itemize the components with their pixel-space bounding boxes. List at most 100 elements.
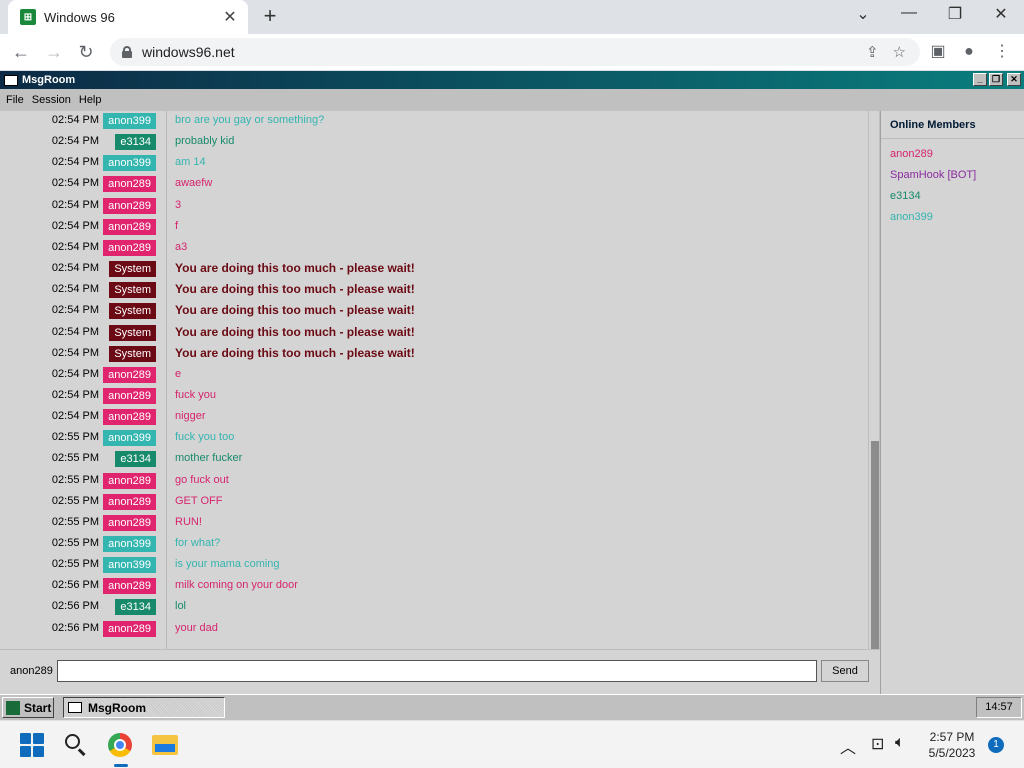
browser-toolbar: ← → ↻ windows96.net ⇪ ☆ ▣ ● ⋮ bbox=[0, 34, 1024, 71]
volume-icon[interactable]: 🔈︎ bbox=[895, 734, 905, 752]
message-text: probably kid bbox=[175, 135, 235, 148]
message-input[interactable] bbox=[57, 660, 817, 682]
restore-window-icon[interactable]: ❐ bbox=[943, 4, 967, 24]
minimize-button[interactable]: _ bbox=[973, 73, 987, 86]
message-username[interactable]: anon289 bbox=[103, 472, 156, 489]
message-username[interactable]: anon289 bbox=[103, 218, 156, 235]
taskbar-task-msgroom[interactable]: MsgRoom bbox=[63, 697, 225, 718]
message-time: 02:54 PM bbox=[51, 114, 99, 126]
message-row: 02:54 PM anon289 awaefw bbox=[0, 174, 868, 194]
share-icon[interactable]: ⇪ bbox=[866, 43, 879, 61]
notification-badge[interactable]: 1 bbox=[988, 737, 1004, 753]
tab-search-chevron-icon[interactable]: ⌄ bbox=[851, 4, 875, 24]
reload-icon[interactable]: ↻ bbox=[74, 40, 98, 64]
message-row: 02:54 PM anon289 a3 bbox=[0, 238, 868, 258]
message-username[interactable]: anon289 bbox=[103, 514, 156, 531]
message-username[interactable]: e3134 bbox=[115, 134, 156, 151]
win96-logo-icon bbox=[6, 700, 20, 715]
close-button[interactable]: ✕ bbox=[1007, 73, 1021, 86]
message-text: You are doing this too much - please wai… bbox=[175, 282, 415, 297]
message-text: 3 bbox=[175, 198, 182, 211]
nickname-label[interactable]: anon289 bbox=[10, 665, 53, 677]
task-label: MsgRoom bbox=[88, 700, 146, 715]
maximize-button[interactable]: ❐ bbox=[989, 73, 1003, 86]
system-clock[interactable]: 2:57 PM 5/5/2023 bbox=[920, 729, 984, 761]
member-item[interactable]: e3134 bbox=[890, 190, 921, 202]
message-username[interactable]: anon289 bbox=[103, 493, 156, 510]
message-text: mother fucker bbox=[175, 452, 243, 465]
win96-start-button[interactable]: Start bbox=[2, 697, 54, 718]
message-time: 02:54 PM bbox=[51, 240, 99, 253]
message-username[interactable]: anon289 bbox=[103, 197, 156, 214]
new-tab-icon[interactable]: + bbox=[258, 5, 282, 29]
menu-bar: File Session Help bbox=[0, 89, 1024, 110]
windows-start-icon[interactable] bbox=[20, 733, 44, 757]
message-username[interactable]: anon289 bbox=[103, 387, 156, 404]
message-time: 02:56 PM bbox=[51, 600, 99, 613]
window-titlebar[interactable]: MsgRoom _ ❐ ✕ bbox=[0, 71, 1024, 89]
message-username[interactable]: anon399 bbox=[103, 536, 156, 552]
browser-tab[interactable]: ⊞ Windows 96 ✕ bbox=[8, 0, 248, 34]
url-text[interactable]: windows96.net bbox=[142, 44, 866, 60]
profile-avatar-icon[interactable]: ● bbox=[957, 40, 981, 64]
message-username[interactable]: anon289 bbox=[103, 578, 156, 595]
message-username[interactable]: anon289 bbox=[103, 366, 156, 383]
message-time: 02:54 PM bbox=[51, 135, 99, 148]
menu-help[interactable]: Help bbox=[79, 94, 102, 106]
message-username[interactable]: System bbox=[109, 282, 156, 299]
search-icon[interactable] bbox=[64, 733, 88, 757]
menu-file[interactable]: File bbox=[6, 94, 24, 106]
message-username[interactable]: anon399 bbox=[103, 113, 156, 129]
message-username[interactable]: anon399 bbox=[103, 430, 156, 447]
file-explorer-icon[interactable] bbox=[152, 735, 178, 755]
message-text: nigger bbox=[175, 410, 206, 423]
message-text: is your mama coming bbox=[175, 558, 280, 571]
message-text: your dad bbox=[175, 621, 218, 634]
message-username[interactable]: anon289 bbox=[103, 409, 156, 426]
message-row: 02:54 PM anon289 nigger bbox=[0, 407, 868, 427]
member-item[interactable]: anon399 bbox=[890, 211, 933, 223]
back-arrow-icon[interactable]: ← bbox=[9, 40, 33, 64]
chevron-up-icon[interactable]: ︿ bbox=[840, 734, 856, 758]
address-bar[interactable]: windows96.net ⇪ ☆ bbox=[110, 38, 920, 66]
member-item[interactable]: anon289 bbox=[890, 148, 933, 160]
message-row: 02:54 PM System You are doing this too muc… bbox=[0, 259, 868, 279]
start-label: Start bbox=[24, 700, 52, 715]
message-text: fuck you too bbox=[175, 431, 235, 444]
message-username[interactable]: System bbox=[109, 345, 156, 362]
message-username[interactable]: System bbox=[109, 261, 156, 278]
scrollbar-thumb[interactable] bbox=[871, 441, 879, 649]
message-row: 02:54 PM e3134 probably kid bbox=[0, 132, 868, 152]
send-button[interactable]: Send bbox=[821, 660, 869, 682]
side-panel-icon[interactable]: ▣ bbox=[926, 40, 950, 64]
member-item[interactable]: SpamHook [BOT] bbox=[890, 169, 976, 181]
more-menu-icon[interactable]: ⋮ bbox=[990, 40, 1014, 64]
window-title: MsgRoom bbox=[22, 74, 76, 86]
message-username[interactable]: System bbox=[109, 324, 156, 341]
lock-icon[interactable] bbox=[122, 46, 132, 58]
message-username[interactable]: System bbox=[109, 303, 156, 320]
message-username[interactable]: e3134 bbox=[115, 451, 156, 468]
message-list[interactable]: 02:54 PM anon399 bro are you gay or someth… bbox=[0, 111, 868, 649]
bookmark-star-icon[interactable]: ☆ bbox=[893, 43, 906, 61]
close-tab-icon[interactable]: ✕ bbox=[222, 7, 238, 27]
message-username[interactable]: anon289 bbox=[103, 239, 156, 256]
message-username[interactable]: anon289 bbox=[103, 620, 156, 637]
network-icon[interactable]: ⊡ bbox=[871, 734, 884, 754]
message-username[interactable]: anon399 bbox=[103, 557, 156, 574]
message-scrollbar[interactable] bbox=[868, 111, 879, 649]
message-username[interactable]: anon289 bbox=[103, 176, 156, 193]
close-window-icon[interactable]: ✕ bbox=[989, 4, 1013, 24]
message-row: 02:55 PM anon289 RUN! bbox=[0, 513, 868, 533]
chrome-icon[interactable] bbox=[108, 733, 132, 757]
message-username[interactable]: anon399 bbox=[103, 155, 156, 172]
message-time: 02:54 PM bbox=[51, 262, 99, 275]
message-time: 02:55 PM bbox=[51, 515, 99, 528]
message-row: 02:54 PM System You are doing this too muc… bbox=[0, 323, 868, 343]
minimize-window-icon[interactable]: — bbox=[897, 4, 921, 22]
message-username[interactable]: e3134 bbox=[115, 599, 156, 616]
message-time: 02:55 PM bbox=[51, 431, 99, 444]
message-text: You are doing this too much - please wai… bbox=[175, 303, 415, 318]
forward-arrow-icon[interactable]: → bbox=[42, 40, 66, 64]
menu-session[interactable]: Session bbox=[32, 94, 71, 106]
